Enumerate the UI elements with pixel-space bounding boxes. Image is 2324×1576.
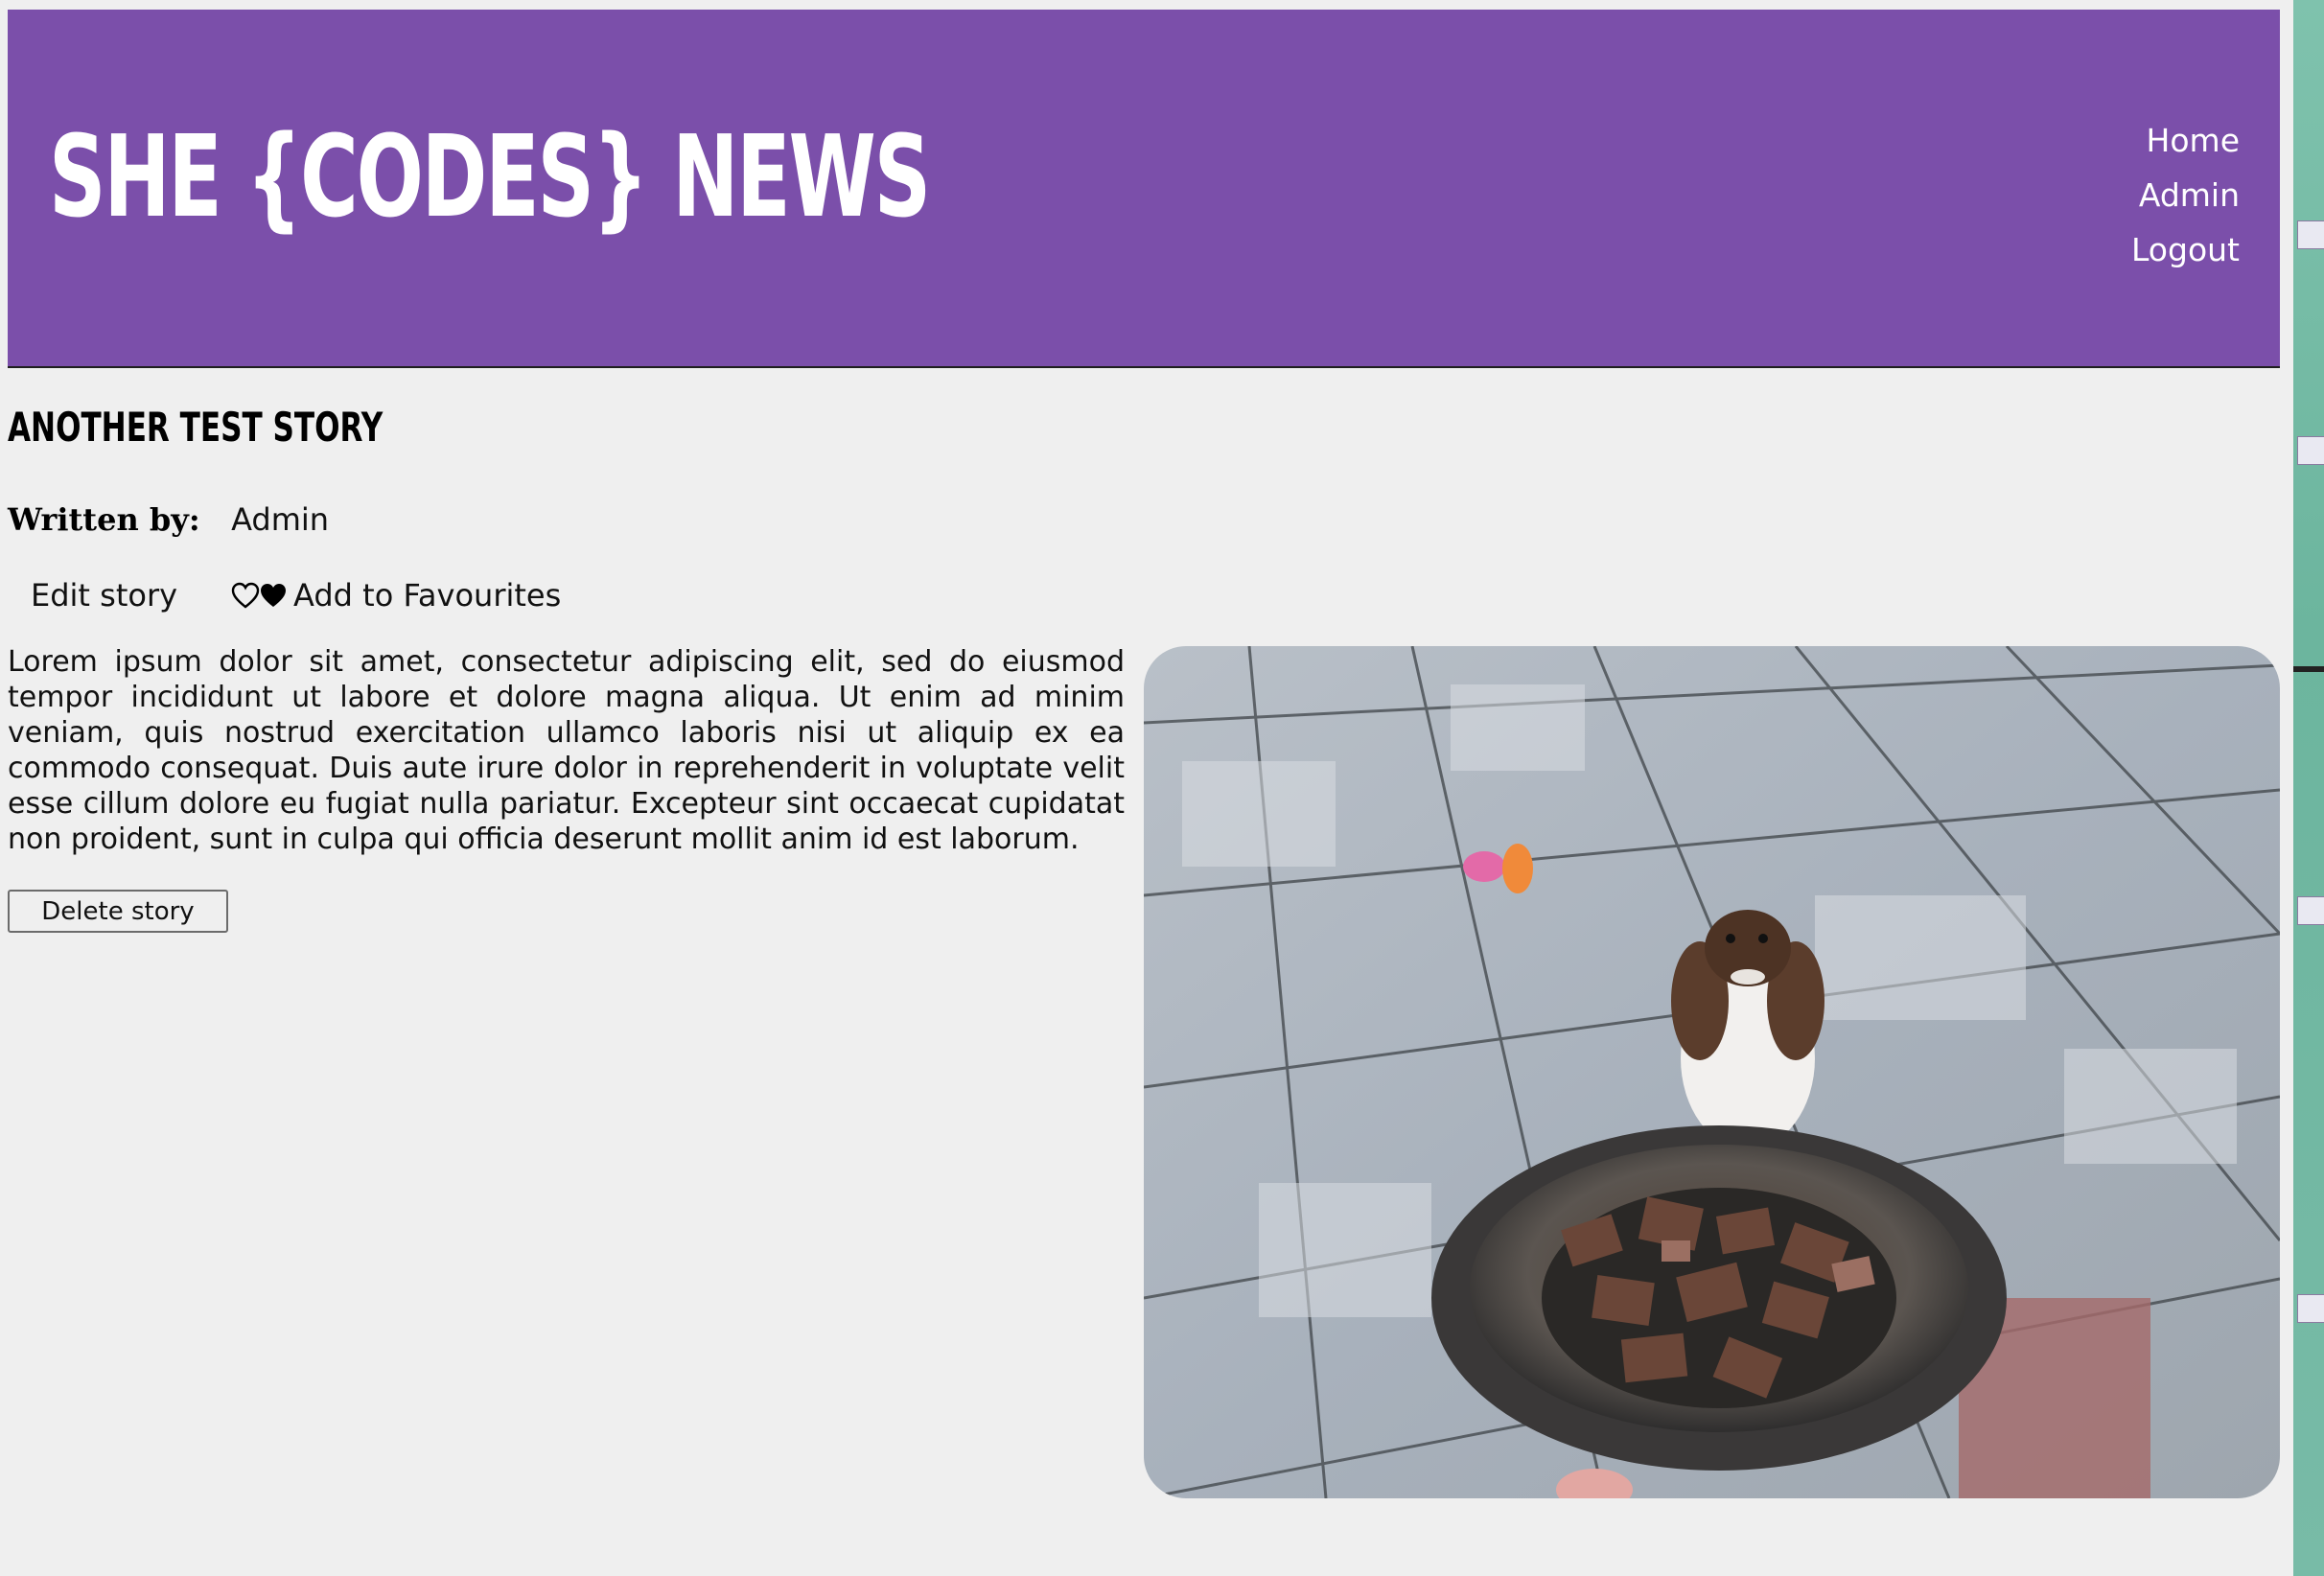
story-actions: Edit story Add to Favourites	[31, 577, 561, 614]
add-to-favourites-label: Add to Favourites	[293, 577, 562, 614]
zip-file-icon[interactable]	[2297, 1294, 2324, 1323]
edit-story-link[interactable]: Edit story	[31, 577, 177, 614]
nav-link-admin[interactable]: Admin	[2131, 168, 2240, 222]
heart-solid-icon	[261, 584, 287, 607]
top-strip	[0, 0, 2293, 10]
file-icon[interactable]	[2297, 896, 2324, 925]
divider	[2293, 666, 2324, 672]
pdf-file-icon[interactable]	[2297, 220, 2324, 249]
pdf-file-icon[interactable]	[2297, 436, 2324, 465]
byline-author: Admin	[231, 501, 330, 538]
nav-link-logout[interactable]: Logout	[2131, 222, 2240, 277]
desktop-side-panel	[2293, 0, 2324, 1576]
site-logo[interactable]: SHE {CODES} NEWS	[49, 120, 931, 233]
page: SHE {CODES} NEWS Home Admin Logout ANOTH…	[0, 0, 2293, 1576]
byline-label: Written by:	[8, 501, 200, 538]
site-header: SHE {CODES} NEWS Home Admin Logout	[8, 10, 2280, 368]
delete-story-button[interactable]: Delete story	[8, 890, 228, 933]
add-to-favourites-button[interactable]: Add to Favourites	[231, 577, 561, 614]
nav-link-home[interactable]: Home	[2131, 113, 2240, 168]
heart-outline-icon	[231, 582, 260, 609]
story-image	[1144, 646, 2280, 1498]
byline: Written by: Admin	[8, 501, 329, 538]
story-title: ANOTHER TEST STORY	[8, 404, 383, 451]
dog-with-food-bowl-photo	[1144, 646, 2280, 1498]
main-nav: Home Admin Logout	[2131, 113, 2240, 277]
story-body: Lorem ipsum dolor sit amet, consectetur …	[8, 645, 1125, 856]
